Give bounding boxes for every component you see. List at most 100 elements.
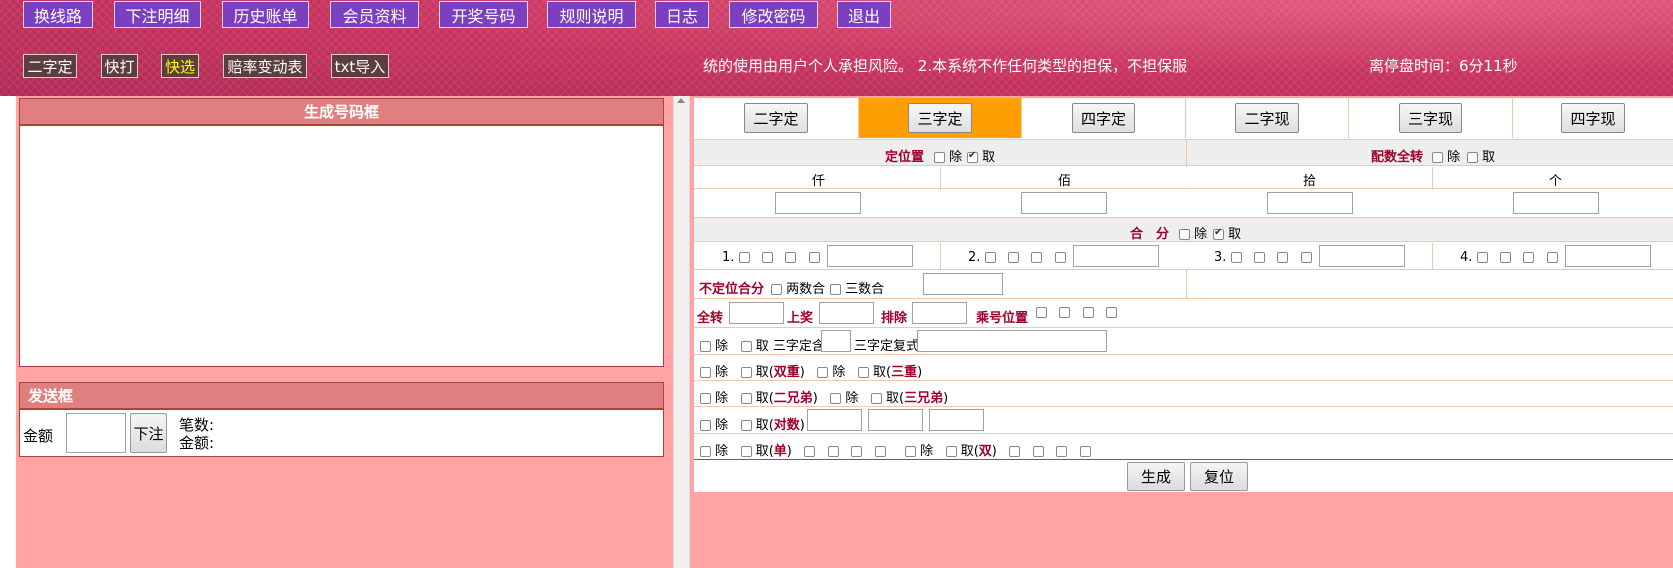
brothers-options: 除 取(二兄弟) 除 取(三兄弟)	[700, 387, 948, 406]
hefen-checkbox[interactable]	[1007, 252, 1019, 263]
tab-three-fixed[interactable]: 三字定	[908, 103, 972, 133]
tab-four-fixed[interactable]: 四字定	[1071, 103, 1135, 133]
nav-logout[interactable]: 退出	[837, 1, 891, 28]
hefen-input-2[interactable]	[1073, 245, 1159, 267]
even-digit-checkbox[interactable]	[1032, 446, 1044, 457]
nav-draw-numbers[interactable]: 开奖号码	[439, 1, 528, 28]
odd-exclude-checkbox[interactable]	[700, 446, 711, 457]
hefen-checkbox[interactable]	[1277, 252, 1289, 263]
hefen-checkbox[interactable]	[738, 252, 750, 263]
sub-txt-import[interactable]: txt导入	[331, 54, 389, 78]
hefen-input-3[interactable]	[1319, 245, 1405, 267]
tab-two-fixed[interactable]: 二字定	[744, 103, 808, 133]
position-take-checkbox[interactable]	[967, 150, 978, 163]
exclude-input[interactable]	[912, 302, 967, 324]
hefen-checkbox[interactable]	[1499, 252, 1511, 263]
tab-two-show[interactable]: 二字现	[1235, 103, 1299, 133]
tens-input[interactable]	[1267, 192, 1353, 214]
generated-numbers-area[interactable]	[19, 125, 664, 367]
frame-scrollbar[interactable]	[673, 96, 690, 568]
three-brothers-take-checkbox[interactable]	[870, 393, 882, 404]
hefen-checkbox[interactable]	[785, 252, 797, 263]
double-take-checkbox[interactable]	[740, 367, 752, 378]
even-digit-checkbox[interactable]	[1079, 446, 1091, 457]
hefen-checkbox[interactable]	[1476, 252, 1488, 263]
three-fixed-multi-input[interactable]	[917, 330, 1107, 352]
amount-input[interactable]	[66, 413, 126, 453]
bet-button[interactable]: 下注	[130, 413, 167, 453]
units-input[interactable]	[1513, 192, 1599, 214]
scroll-up-arrow-icon[interactable]	[677, 98, 685, 103]
unfixed-hefen-input[interactable]	[923, 273, 1003, 295]
hefen-checkbox[interactable]	[761, 252, 773, 263]
odd-take-checkbox[interactable]	[740, 446, 752, 457]
sub-quick-play[interactable]: 快打	[101, 54, 138, 78]
hefen-checkbox[interactable]	[1253, 252, 1265, 263]
odd-digit-checkbox[interactable]	[851, 446, 863, 457]
double-exclude-checkbox[interactable]	[700, 367, 711, 378]
hefen-input-1[interactable]	[827, 245, 913, 267]
two-brothers-take-checkbox[interactable]	[740, 393, 752, 404]
pairs-input-3[interactable]	[929, 409, 984, 431]
sub-odds-table[interactable]: 赔率变动表	[223, 54, 307, 78]
position-exclude-checkbox[interactable]	[934, 152, 945, 163]
three-sum-label: 三数合	[845, 282, 885, 297]
even-digit-checkbox[interactable]	[1009, 446, 1021, 457]
pairs-input-2[interactable]	[868, 409, 923, 431]
three-fixed-exclude-checkbox[interactable]	[700, 341, 711, 352]
two-brothers-exclude-checkbox[interactable]	[700, 393, 711, 404]
odd-digit-checkbox[interactable]	[827, 446, 839, 457]
nav-log[interactable]: 日志	[655, 1, 709, 28]
nav-switch-line[interactable]: 换线路	[23, 1, 93, 28]
odd-digit-checkbox[interactable]	[804, 446, 816, 457]
hefen-take-checkbox[interactable]	[1213, 227, 1224, 240]
hefen-checkbox[interactable]	[1546, 252, 1558, 263]
nav-member-info[interactable]: 会员资料	[330, 1, 419, 28]
sub-two-fixed[interactable]: 二字定	[23, 54, 77, 78]
even-digit-checkbox[interactable]	[1056, 446, 1068, 457]
hefen-checkbox[interactable]	[1230, 252, 1242, 263]
pair-take-checkbox[interactable]	[1467, 152, 1478, 163]
reset-button[interactable]: 复位	[1190, 462, 1248, 491]
paren: )	[917, 365, 923, 380]
even-take-checkbox[interactable]	[945, 446, 957, 457]
nav-history-bills[interactable]: 历史账单	[222, 1, 309, 28]
multiply-checkbox[interactable]	[1036, 307, 1047, 318]
hefen-checkbox[interactable]	[1300, 252, 1312, 263]
two-sum-checkbox[interactable]	[771, 284, 782, 295]
thousands-input[interactable]	[775, 192, 861, 214]
sub-quick-pick[interactable]: 快选	[161, 54, 199, 78]
hefen-checkbox[interactable]	[984, 252, 996, 263]
pairs-input-1[interactable]	[807, 409, 862, 431]
three-fixed-take-checkbox[interactable]	[740, 341, 752, 352]
top-prize-input[interactable]	[819, 302, 874, 324]
hefen-checkbox[interactable]	[808, 252, 820, 263]
odd-digit-checkbox[interactable]	[874, 446, 886, 457]
hefen-input-4[interactable]	[1565, 245, 1651, 267]
hefen-checkbox[interactable]	[1031, 252, 1043, 263]
hefen-checkbox[interactable]	[1054, 252, 1066, 263]
multiply-checkbox[interactable]	[1106, 307, 1118, 318]
pairs-take-checkbox[interactable]	[740, 420, 752, 431]
three-fixed-contain-input[interactable]	[821, 330, 851, 352]
multiply-checkbox[interactable]	[1082, 307, 1094, 318]
hundreds-input[interactable]	[1021, 192, 1107, 214]
tab-three-show[interactable]: 三字现	[1398, 103, 1462, 133]
nav-bet-details[interactable]: 下注明细	[114, 1, 201, 28]
triple-exclude-checkbox[interactable]	[817, 367, 829, 378]
multiply-checkbox[interactable]	[1059, 307, 1071, 318]
even-exclude-checkbox[interactable]	[905, 446, 916, 457]
hefen-exclude-checkbox[interactable]	[1179, 229, 1190, 240]
tab-four-show[interactable]: 四字现	[1561, 103, 1625, 133]
hefen-checkbox[interactable]	[1523, 252, 1535, 263]
take-label: 取	[1482, 150, 1496, 165]
generate-button[interactable]: 生成	[1127, 462, 1185, 491]
three-sum-checkbox[interactable]	[830, 284, 841, 295]
nav-rules[interactable]: 规则说明	[547, 1, 636, 28]
triple-take-checkbox[interactable]	[857, 367, 869, 378]
pairs-exclude-checkbox[interactable]	[700, 420, 711, 431]
three-brothers-exclude-checkbox[interactable]	[830, 393, 842, 404]
pair-exclude-checkbox[interactable]	[1432, 152, 1443, 163]
nav-change-password[interactable]: 修改密码	[729, 1, 818, 28]
all-turn-input[interactable]	[729, 302, 784, 324]
